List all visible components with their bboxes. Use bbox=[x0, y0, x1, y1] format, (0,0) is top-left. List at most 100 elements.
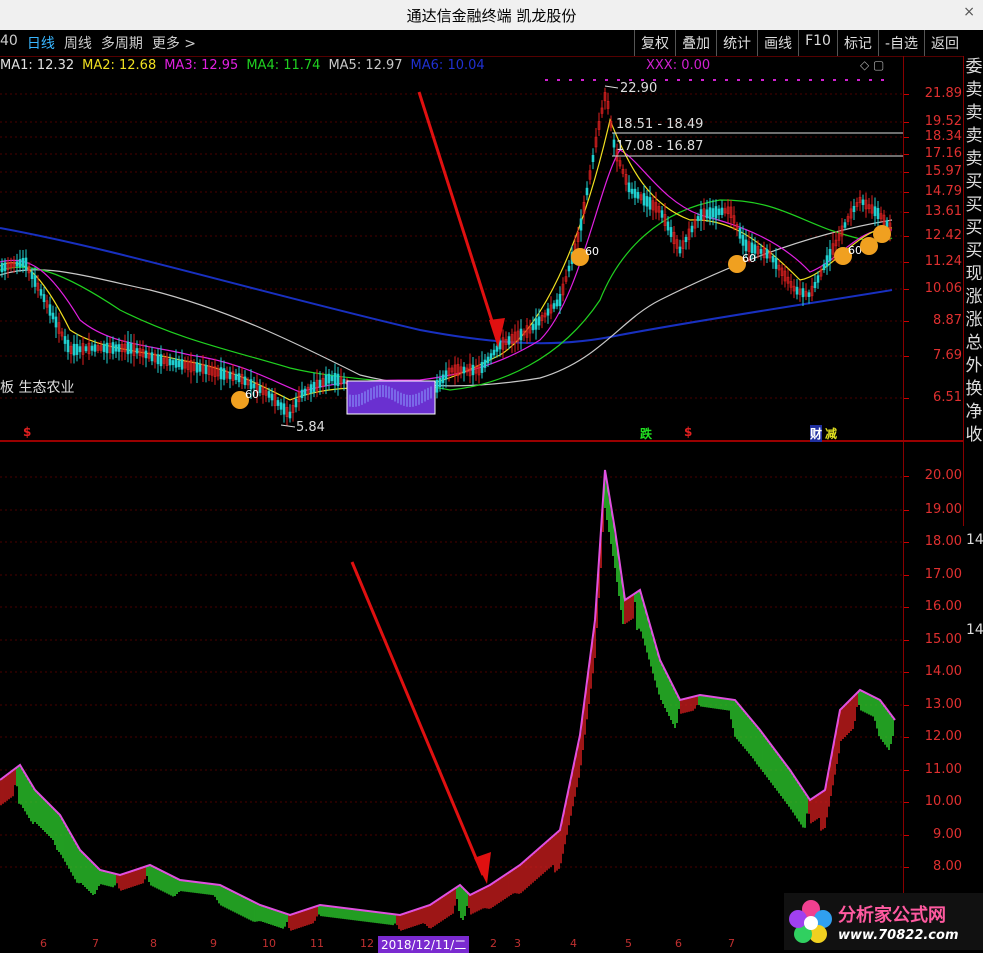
date-tick: 4 bbox=[570, 937, 577, 950]
candle-body bbox=[312, 381, 316, 393]
candle-body bbox=[441, 374, 445, 383]
range2-label: 17.08 - 16.87 bbox=[616, 139, 703, 154]
indicator-tick: 18.00 bbox=[904, 534, 962, 549]
price-tick: 6.51 bbox=[904, 390, 962, 405]
candle-body bbox=[159, 354, 163, 367]
candle-body bbox=[807, 292, 811, 298]
candle-body bbox=[633, 188, 637, 198]
emoji-marker: 60 bbox=[728, 252, 756, 273]
candle-body bbox=[612, 139, 616, 148]
price-tick: 11.24 bbox=[904, 254, 962, 269]
candle-body bbox=[486, 356, 490, 364]
candle-body bbox=[150, 352, 154, 362]
candle-body bbox=[795, 286, 799, 295]
candle-body bbox=[336, 373, 340, 386]
candle-body bbox=[51, 312, 55, 320]
date-highlight: 2018/12/11/二 bbox=[378, 936, 470, 953]
candle-body bbox=[438, 377, 442, 388]
watermark-line2: www.70822.com bbox=[838, 928, 959, 943]
sidebar-label[interactable]: 买 bbox=[964, 240, 983, 263]
candle-body bbox=[78, 346, 82, 353]
candle-body bbox=[39, 289, 43, 296]
signal-s: $ bbox=[23, 425, 32, 439]
candle-body bbox=[102, 344, 106, 352]
candle-body bbox=[720, 207, 724, 215]
sidebar-label[interactable]: 卖 bbox=[964, 125, 983, 148]
candle-body bbox=[129, 343, 133, 354]
candle-body bbox=[645, 196, 649, 207]
candle-body bbox=[711, 208, 715, 218]
candle-body bbox=[669, 227, 673, 237]
sidebar-label[interactable]: 买 bbox=[964, 194, 983, 217]
candle-body bbox=[741, 234, 745, 246]
sidebar-label[interactable]: 净 bbox=[964, 401, 983, 424]
candle-body bbox=[876, 207, 880, 220]
candle-body bbox=[444, 370, 448, 380]
candle-body bbox=[744, 239, 748, 252]
sidebar-label[interactable]: 买 bbox=[964, 171, 983, 194]
candle-body bbox=[471, 364, 475, 376]
sidebar-label[interactable]: 收 bbox=[964, 424, 983, 447]
candle-body bbox=[489, 353, 493, 360]
indicator-tick: 8.00 bbox=[904, 859, 962, 874]
candle-body bbox=[567, 265, 571, 272]
candle-body bbox=[774, 257, 778, 269]
emoji-marker: 60 bbox=[231, 388, 259, 409]
candle-body bbox=[861, 199, 865, 205]
sidebar-label[interactable]: 委 bbox=[964, 56, 983, 79]
sidebar-label[interactable]: 卖 bbox=[964, 79, 983, 102]
sidebar-label[interactable]: 卖 bbox=[964, 148, 983, 171]
candle-body bbox=[33, 275, 37, 287]
indicator-tick: 12.00 bbox=[904, 729, 962, 744]
sidebar-label[interactable]: 涨 bbox=[964, 309, 983, 332]
candle-body bbox=[42, 294, 46, 303]
arrow-upper bbox=[417, 91, 500, 341]
sidebar-label[interactable]: 现 bbox=[964, 263, 983, 286]
indicator-tick: 14.00 bbox=[904, 664, 962, 679]
date-tick: 7 bbox=[92, 937, 99, 950]
price-axis: 21.89 19.52 18.34 17.16 15.97 14.79 13.6… bbox=[903, 56, 964, 440]
candle-body bbox=[237, 373, 241, 383]
indicator-tick: 10.00 bbox=[904, 794, 962, 809]
candle-body bbox=[771, 256, 775, 263]
indicator-tick: 16.00 bbox=[904, 599, 962, 614]
sidebar-label[interactable]: 买 bbox=[964, 217, 983, 240]
candle-body bbox=[660, 210, 664, 218]
candle-body bbox=[303, 388, 307, 396]
price-tick: 15.97 bbox=[904, 164, 962, 179]
sidebar-label[interactable]: 外 bbox=[964, 355, 983, 378]
candle-body bbox=[111, 342, 115, 354]
candle-body bbox=[156, 354, 160, 365]
candle-body bbox=[828, 248, 832, 262]
candle-body bbox=[648, 197, 652, 210]
candle-body bbox=[333, 372, 337, 386]
candle-body bbox=[48, 304, 52, 316]
candle-body bbox=[219, 367, 223, 380]
candle-body bbox=[519, 328, 523, 341]
candle-body bbox=[258, 385, 262, 393]
candle-body bbox=[435, 379, 439, 393]
sidebar-label[interactable]: 卖 bbox=[964, 102, 983, 125]
sidebar-label[interactable]: 换 bbox=[964, 378, 983, 401]
candle-body bbox=[492, 349, 496, 356]
sidebar-label[interactable]: 总 bbox=[964, 332, 983, 355]
sidebar-label[interactable]: 涨 bbox=[964, 286, 983, 309]
candle-body bbox=[228, 371, 232, 380]
price-tick: 19.52 bbox=[904, 114, 962, 129]
candle-body bbox=[18, 259, 22, 268]
candle-body bbox=[93, 344, 97, 352]
candle-body bbox=[579, 218, 583, 231]
candle-body bbox=[126, 341, 130, 355]
emoji-text: 60 bbox=[245, 388, 259, 401]
low-label: 5.84 bbox=[296, 420, 325, 435]
candle-body bbox=[66, 339, 70, 353]
candle-body bbox=[3, 262, 7, 272]
candle-body bbox=[276, 400, 280, 406]
price-tick: 12.42 bbox=[904, 228, 962, 243]
candle-body bbox=[636, 192, 640, 199]
date-tick: 2 bbox=[490, 937, 497, 950]
indicator-tick: 9.00 bbox=[904, 827, 962, 842]
candle-body bbox=[180, 359, 184, 370]
candle-body bbox=[330, 375, 334, 382]
candle-body bbox=[627, 182, 631, 193]
